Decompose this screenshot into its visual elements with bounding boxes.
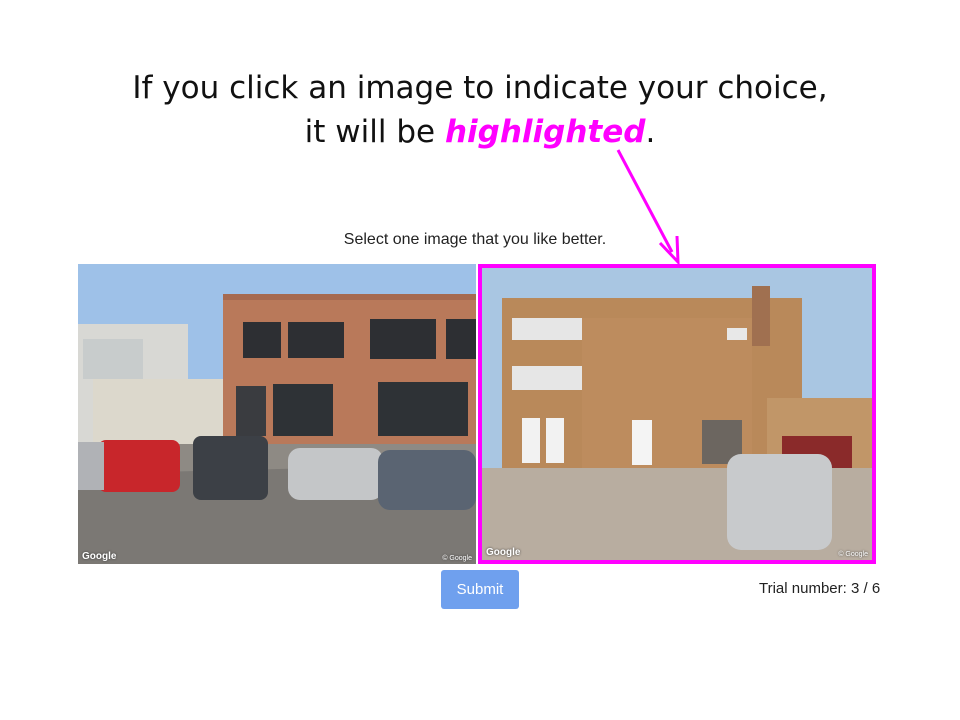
submit-button[interactable]: Submit [441,570,519,609]
street-view-photo-left [78,264,476,564]
heading-line-2: it will be highlighted. [0,110,960,154]
instruction-text: Select one image that you like better. [343,231,607,248]
copyright-left: © Google [442,555,472,562]
heading-line-2-suffix: . [645,114,656,150]
trial-counter: Trial number: 3 / 6 [759,580,881,597]
choice-image-right[interactable]: Google © Google [478,264,876,564]
google-watermark-left: Google [82,551,117,562]
street-view-photo-right [482,268,872,560]
heading-emphasis: highlighted [444,114,646,150]
heading-line-1: If you click an image to indicate your c… [132,70,828,106]
heading-line-2-prefix: it will be [304,114,445,150]
google-watermark-right: Google [486,547,521,558]
tutorial-heading: If you click an image to indicate your c… [0,66,960,154]
copyright-right: © Google [838,551,868,558]
choice-image-left[interactable]: Google © Google [78,264,476,564]
